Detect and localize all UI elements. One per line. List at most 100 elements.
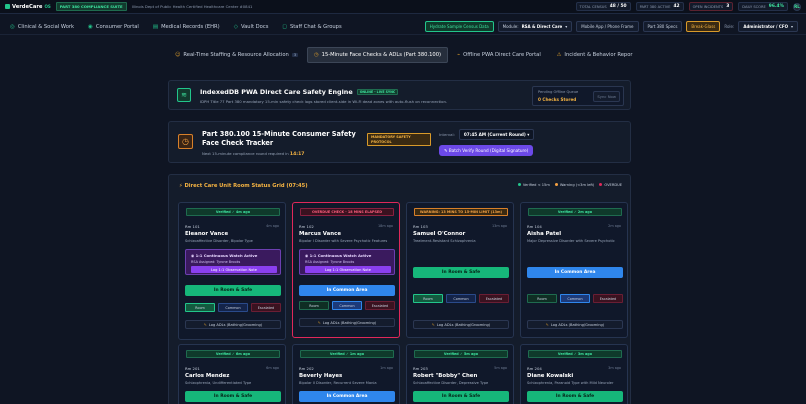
- tab-offline-pwa[interactable]: ⌁ Offline PWA Direct Care Portal: [450, 47, 548, 63]
- adl-label: Log ADLs (Bathing/Grooming): [322, 320, 377, 325]
- room-card-102: OVERDUE CHECK - 18 MINS ELAPSED Rm 102 1…: [292, 202, 400, 338]
- room-toggle[interactable]: Room: [527, 294, 557, 303]
- room-number: Rm 204: [527, 366, 542, 371]
- interval-select[interactable]: 07:45 AM (Current Round) ▾: [458, 129, 535, 140]
- part380-specs-button[interactable]: Part 380 Specs: [642, 21, 683, 32]
- stat-label: OPEN INCIDENTS: [692, 4, 724, 9]
- batch-verify-button[interactable]: ✎ Batch Verify Round (Digital Signature): [439, 145, 534, 156]
- sync-now-button[interactable]: Sync Now: [593, 91, 620, 102]
- consumer-name: Robert "Bobby" Chen: [413, 373, 478, 379]
- module-tabs: ☺ Real-Time Staffing & Resource Allocatio…: [168, 47, 640, 63]
- mandatory-badge: MANDATORY SAFETY PROTOCOL: [367, 133, 431, 146]
- common-toggle[interactable]: Common: [560, 294, 590, 303]
- status-badge: Verified ✓ 5m ago: [414, 350, 508, 358]
- log-adls-button[interactable]: ✎ Log ADLs (Bathing/Grooming): [299, 318, 395, 327]
- queue-value: 0 Checks Stored: [538, 97, 577, 102]
- watch-title-text: 1:1 Continuous Watch Active: [195, 253, 258, 258]
- next-round: Next 15-minute compliance round required…: [202, 151, 305, 157]
- room-card-103: WARNING: 13 MINS TO 15-MIN LIMIT (13m) R…: [406, 202, 514, 338]
- room-number: Rm 202: [299, 366, 314, 371]
- escalated-toggle[interactable]: Escalated: [251, 303, 281, 312]
- consumer-name: Aisha Patel: [527, 231, 562, 237]
- break-glass-button[interactable]: Break-Glass: [686, 21, 721, 32]
- role-select[interactable]: Administrator / CFO ▾: [738, 21, 798, 32]
- mobile-app-button[interactable]: Mobile App / Phone Frame: [576, 21, 639, 32]
- escalated-toggle[interactable]: Escalated: [365, 301, 395, 310]
- status-button[interactable]: In Common Area: [299, 285, 395, 296]
- room-card-104: Verified ✓ 2m ago Rm 104 2m ago Aisha Pa…: [520, 202, 628, 338]
- stat-value: 42: [673, 4, 680, 9]
- consumer-name: Diane Kowalski: [527, 373, 574, 379]
- nav-clinical[interactable]: ◎ Clinical & Social Work: [10, 24, 74, 30]
- diagnosis: Schizoaffective Disorder, Depressive Typ…: [413, 381, 489, 385]
- location-toggles: Room Common Escalated: [527, 294, 623, 303]
- tab-incidents[interactable]: ⚠ Incident & Behavior Repor: [550, 47, 640, 63]
- brand-name: VerdeCare: [12, 3, 43, 10]
- log-adls-button[interactable]: ✎ Log ADLs (Bathing/Grooming): [413, 320, 509, 329]
- tab-label: 15-Minute Face Checks & ADLs (Part 380.1…: [321, 52, 442, 58]
- stat-open-incidents: OPEN INCIDENTS 3: [688, 2, 734, 11]
- room-number: Rm 103: [413, 224, 428, 229]
- status-button[interactable]: In Room & Safe: [185, 285, 281, 296]
- nav-vault-docs[interactable]: ◇ Vault Docs: [234, 24, 269, 30]
- status-badge: Verified ✓ 3m ago: [528, 350, 622, 358]
- tab-count: 3: [291, 53, 299, 57]
- interval-label: Interval:: [439, 132, 455, 137]
- common-toggle[interactable]: Common: [446, 294, 476, 303]
- common-toggle[interactable]: Common: [218, 303, 248, 312]
- last-check: 3m ago: [608, 366, 621, 370]
- tab-face-checks[interactable]: ◷ 15-Minute Face Checks & ADLs (Part 380.…: [307, 47, 449, 63]
- last-check: 6m ago: [266, 366, 279, 370]
- brand-logo[interactable]: VerdeCare OS: [5, 4, 51, 10]
- top-bar: VerdeCare OS PART 380 COMPLIANCE SUITE Il…: [0, 0, 806, 14]
- status-button[interactable]: In Room & Safe: [185, 391, 281, 402]
- stat-label: DAILY SCORE: [742, 4, 766, 9]
- log-observation-button[interactable]: Log 1:1 Observation Note: [305, 266, 391, 273]
- hydrate-button[interactable]: Hydrate Sample Census Data: [424, 21, 494, 32]
- countdown: 14:17: [289, 152, 305, 157]
- brand-sub: OS: [44, 4, 51, 9]
- stat-total-census: TOTAL CENSUS 48 / 50: [575, 2, 631, 11]
- nav-label: Medical Records (EHR): [161, 24, 220, 30]
- status-button[interactable]: In Common Area: [527, 267, 623, 278]
- nav-staff-chat[interactable]: ◻ Staff Chat & Groups: [282, 24, 341, 30]
- watch-panel: ◉ 1:1 Continuous Watch Active RSA Assign…: [185, 249, 281, 275]
- status-button[interactable]: In Room & Safe: [413, 267, 509, 278]
- pwa-title: IndexedDB PWA Direct Care Safety Engine O…: [200, 88, 399, 96]
- log-observation-button[interactable]: Log 1:1 Observation Note: [191, 266, 277, 273]
- escalated-toggle[interactable]: Escalated: [479, 294, 509, 303]
- nav-label: Vault Docs: [240, 24, 269, 30]
- status-button[interactable]: In Common Area: [299, 391, 395, 402]
- adl-label: Log ADLs (Bathing/Grooming): [436, 322, 491, 327]
- room-toggle[interactable]: Room: [185, 303, 215, 312]
- wifi-off-icon: ⌁: [457, 52, 461, 58]
- room-card-204: Verified ✓ 3m ago Rm 204 3m ago Diane Ko…: [520, 344, 628, 404]
- status-badge: OVERDUE CHECK - 18 MINS ELAPSED: [300, 208, 394, 216]
- room-toggle[interactable]: Room: [413, 294, 443, 303]
- suite-tag: PART 380 COMPLIANCE SUITE: [55, 2, 127, 11]
- log-adls-button[interactable]: ✎ Log ADLs (Bathing/Grooming): [185, 320, 281, 329]
- status-legend: Verified < 15m Warning (<3m left) OVERDU…: [517, 183, 622, 187]
- consumer-name: Marcus Vance: [299, 231, 341, 237]
- tab-staffing[interactable]: ☺ Real-Time Staffing & Resource Allocatio…: [168, 47, 305, 63]
- nav-medical-records[interactable]: ▤ Medical Records (EHR): [153, 24, 220, 30]
- consumer-name: Beverly Hayes: [299, 373, 343, 379]
- status-button[interactable]: In Room & Safe: [413, 391, 509, 402]
- grid-title-text: Direct Care Unit Room Status Grid (07:45…: [184, 183, 308, 189]
- nav-consumer-portal[interactable]: ◉ Consumer Portal: [88, 24, 139, 30]
- escalated-toggle[interactable]: Escalated: [593, 294, 623, 303]
- status-button[interactable]: In Room & Safe: [527, 391, 623, 402]
- watch-title: ◉ 1:1 Continuous Watch Active: [191, 253, 257, 258]
- last-check: 2m ago: [608, 224, 621, 228]
- room-number: Rm 104: [527, 224, 542, 229]
- room-toggle[interactable]: Room: [299, 301, 329, 310]
- brand-icon: [5, 4, 10, 9]
- common-toggle[interactable]: Common: [332, 301, 362, 310]
- module-select[interactable]: Module: RSA & Direct Care ▾: [497, 21, 573, 32]
- avatar[interactable]: RL: [793, 2, 801, 11]
- last-check: 1m ago: [380, 366, 393, 370]
- status-badge: Verified ✓ 1m ago: [300, 350, 394, 358]
- room-number: Rm 201: [185, 366, 200, 371]
- watch-aide: RSA Assigned: Tyrone Brooks: [305, 260, 355, 264]
- log-adls-button[interactable]: ✎ Log ADLs (Bathing/Grooming): [527, 320, 623, 329]
